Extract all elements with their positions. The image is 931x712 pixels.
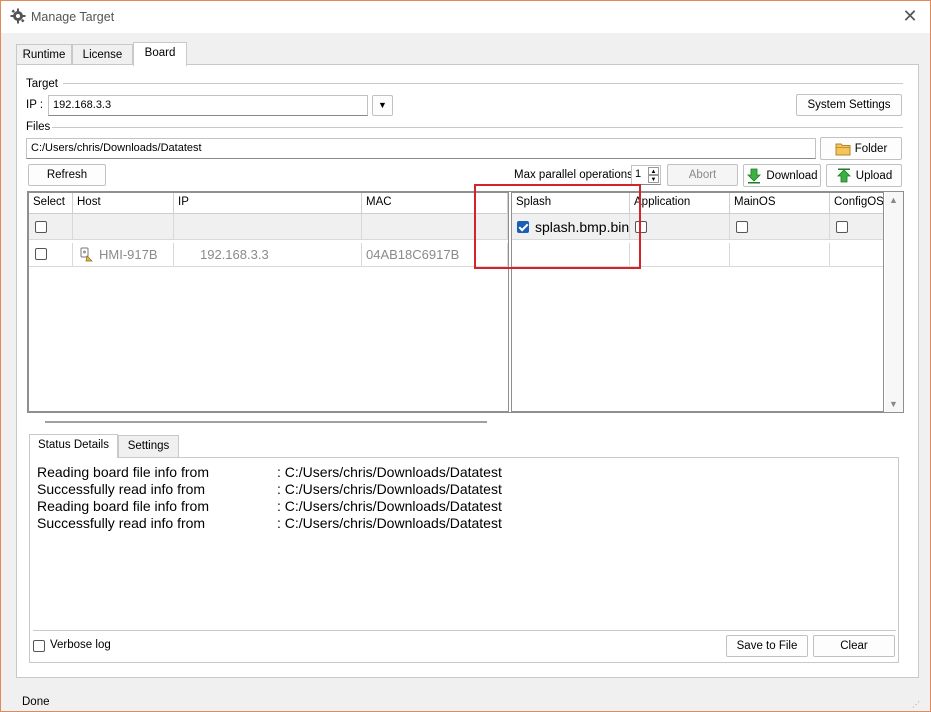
log-message: Successfully read info from (37, 515, 206, 531)
gear-icon (10, 8, 26, 24)
resize-grip-icon[interactable]: ⋰ (912, 701, 920, 709)
abort-button[interactable]: Abort (667, 164, 738, 186)
table-row-configos-cell (830, 243, 883, 267)
status-bar-text: Done (22, 696, 50, 708)
scroll-down-icon[interactable]: ▼ (889, 399, 898, 409)
max-parallel-value: 1 (635, 168, 642, 180)
filter-cell-select (29, 214, 73, 240)
host-mac: 04AB18C6917B (366, 247, 460, 262)
log-path: : C:/Users/chris/Downloads/Datatest (277, 515, 502, 531)
max-parallel-label: Max parallel operations: (514, 169, 637, 181)
grid-vertical-scrollbar[interactable]: ▲ ▼ (885, 192, 903, 412)
clear-button[interactable]: Clear (813, 635, 895, 657)
download-button[interactable]: Download (743, 164, 821, 187)
horizontal-scrollbar[interactable] (45, 421, 487, 423)
files-divider (52, 127, 903, 128)
ip-label: IP : (26, 99, 44, 111)
table-row-mainos-cell (730, 243, 830, 267)
tab-license[interactable]: License (72, 44, 133, 66)
spin-up-icon[interactable]: ▲ (648, 167, 659, 175)
manage-target-window: Manage Target ✕ Runtime License Board Ta… (0, 0, 931, 712)
log-path: : C:/Users/chris/Downloads/Datatest (277, 464, 502, 480)
window-title: Manage Target (31, 10, 115, 24)
refresh-button[interactable]: Refresh (28, 164, 106, 186)
mainos-file-cell (730, 214, 830, 240)
status-log[interactable]: Reading board file info from : C:/Users/… (33, 461, 896, 631)
log-message: Reading board file info from (37, 464, 209, 480)
files-path-input[interactable]: C:/Users/chris/Downloads/Datatest (26, 138, 816, 159)
scroll-up-icon[interactable]: ▲ (889, 195, 898, 205)
select-all-checkbox[interactable] (35, 221, 47, 233)
table-row-host-cell[interactable]: HMI-917B (73, 243, 174, 267)
column-header-application[interactable]: Application (630, 193, 730, 214)
download-arrow-icon (747, 168, 762, 183)
tab-settings[interactable]: Settings (118, 435, 179, 457)
verbose-log-label: Verbose log (50, 639, 111, 651)
column-header-select[interactable]: Select (29, 193, 73, 214)
log-message: Reading board file info from (37, 498, 209, 514)
filter-cell-host (73, 214, 174, 240)
folder-button-label: Folder (854, 142, 888, 155)
column-header-mainos[interactable]: MainOS (730, 193, 830, 214)
tab-status-details[interactable]: Status Details (29, 434, 118, 458)
target-divider (63, 83, 903, 84)
mainos-checkbox[interactable] (736, 221, 748, 233)
upload-arrow-icon (836, 168, 851, 182)
save-to-file-button[interactable]: Save to File (726, 635, 808, 657)
configos-checkbox[interactable] (836, 221, 848, 233)
tab-runtime[interactable]: Runtime (16, 44, 72, 66)
system-settings-button[interactable]: System Settings (796, 94, 902, 116)
configos-file-cell (830, 214, 883, 240)
host-ip: 192.168.3.3 (200, 247, 269, 262)
ip-input[interactable]: 192.168.3.3 (48, 95, 368, 116)
table-row-ip-cell: 192.168.3.3 (174, 243, 362, 267)
log-path: : C:/Users/chris/Downloads/Datatest (277, 481, 502, 497)
close-icon[interactable]: ✕ (900, 5, 920, 27)
verbose-log-checkbox[interactable] (33, 640, 45, 652)
ip-history-dropdown[interactable]: ▼ (372, 95, 393, 116)
table-row-select-cell (29, 243, 73, 267)
log-path: : C:/Users/chris/Downloads/Datatest (277, 498, 502, 514)
log-message: Successfully read info from (37, 481, 206, 497)
host-name: HMI-917B (99, 247, 158, 262)
files-group-label: Files (26, 121, 51, 133)
column-header-host[interactable]: Host (73, 193, 174, 214)
upload-button-label: Upload (855, 169, 893, 182)
table-row-application-cell (630, 243, 730, 267)
splash-highlight-box (474, 184, 641, 269)
column-header-configos[interactable]: ConfigOS (830, 193, 883, 214)
upload-button[interactable]: Upload (826, 164, 902, 187)
row-select-checkbox[interactable] (35, 248, 47, 260)
column-header-ip[interactable]: IP (174, 193, 362, 214)
device-icon (80, 247, 93, 262)
application-file-cell (630, 214, 730, 240)
max-parallel-stepper[interactable]: 1 ▲ ▼ (631, 165, 661, 185)
filter-cell-ip (174, 214, 362, 240)
title-bar: Manage Target ✕ (1, 1, 930, 33)
tab-board[interactable]: Board (133, 42, 187, 66)
download-button-label: Download (766, 169, 818, 182)
target-group-label: Target (26, 78, 58, 90)
spin-down-icon[interactable]: ▼ (648, 175, 659, 183)
folder-icon (835, 143, 851, 155)
folder-button[interactable]: Folder (820, 137, 902, 160)
hosts-table: Select Host IP MAC HMI-917B 192.168.3.3 … (28, 192, 509, 412)
chevron-down-icon: ▼ (378, 100, 387, 110)
